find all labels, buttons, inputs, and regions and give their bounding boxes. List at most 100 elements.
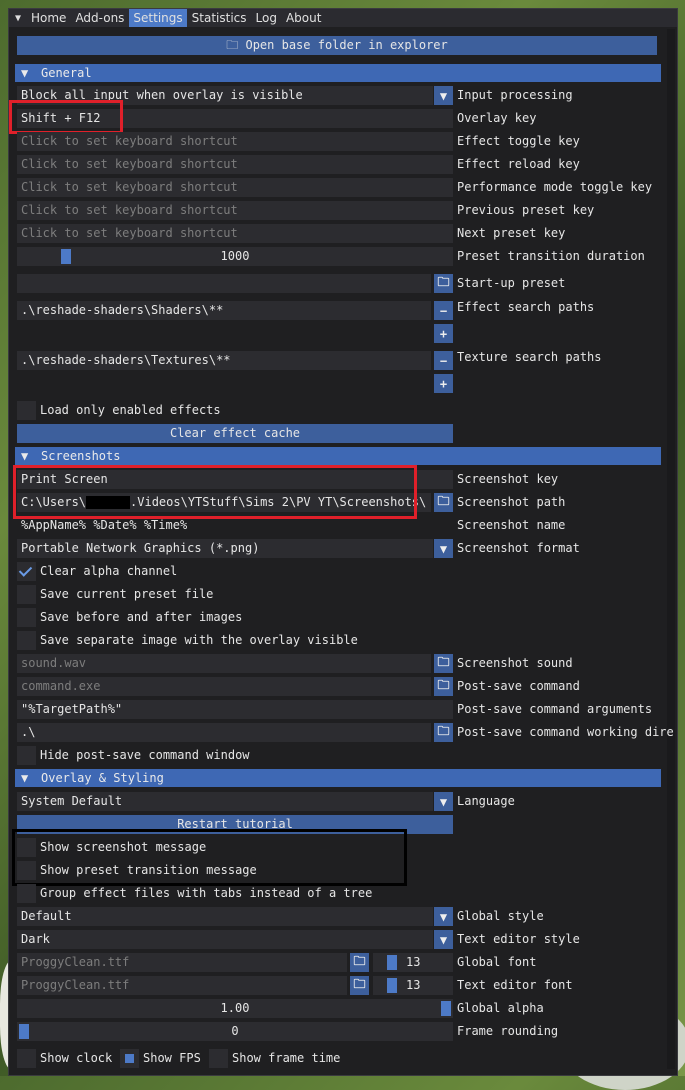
chevron-down-icon: ▼	[439, 909, 448, 924]
language-label: Language	[457, 794, 515, 808]
global-alpha-slider[interactable]: 1.00	[17, 999, 453, 1018]
screenshot-sound-field[interactable]: sound.wav	[17, 654, 431, 673]
editor-font-size-slider[interactable]: 13	[373, 976, 453, 995]
section-title-general: General	[41, 66, 92, 80]
texture-search-paths-label: Texture search paths	[457, 350, 602, 364]
editor-style-dropdown[interactable]: ▼	[434, 930, 453, 949]
editor-font-field[interactable]: ProggyClean.ttf	[17, 976, 347, 995]
remove-texture-path-button[interactable]: −	[434, 351, 453, 370]
input-processing-label: Input processing	[457, 88, 573, 102]
previous-preset-key-label: Previous preset key	[457, 203, 595, 217]
post-save-dir-field[interactable]: .\	[17, 723, 431, 742]
screenshot-name-field[interactable]: %AppName% %Date% %Time%	[17, 516, 453, 535]
editor-font-size-value: 13	[406, 978, 421, 992]
texture-search-path-value: .\reshade-shaders\Textures\**	[21, 353, 231, 367]
load-only-enabled-checkbox[interactable]	[17, 401, 36, 420]
editor-font-browse-button[interactable]: 🗀	[350, 976, 369, 995]
screenshot-format-label: Screenshot format	[457, 541, 580, 555]
global-style-label: Global style	[457, 909, 544, 923]
shortcut-placeholder: Click to set keyboard shortcut	[21, 157, 238, 171]
save-before-after-checkbox[interactable]	[17, 608, 36, 627]
global-font-size-slider[interactable]: 13	[373, 953, 453, 972]
tab-settings[interactable]: Settings	[129, 9, 187, 27]
open-base-folder-button[interactable]: 🗀 Open base folder in explorer	[17, 36, 657, 55]
input-processing-dropdown[interactable]: ▼	[434, 86, 453, 105]
editor-font-value: ProggyClean.ttf	[21, 978, 130, 992]
post-save-command-field[interactable]: command.exe	[17, 677, 431, 696]
previous-preset-key-field[interactable]: Click to set keyboard shortcut	[17, 201, 453, 220]
section-header-overlay-styling[interactable]: ▼ Overlay & Styling	[15, 769, 661, 787]
folder-icon: 🗀	[437, 275, 450, 289]
show-clock-checkbox[interactable]	[17, 1049, 36, 1068]
screenshot-name-label: Screenshot name	[457, 518, 566, 532]
menu-bar: ▼ Home Add-ons Settings Statistics Log A…	[9, 9, 677, 27]
post-save-dir-browse-button[interactable]: 🗀	[434, 723, 453, 742]
slider-grab[interactable]	[19, 1024, 29, 1039]
transition-duration-slider[interactable]: 1000	[17, 247, 453, 266]
section-header-general[interactable]: ▼ General	[15, 64, 661, 82]
effect-search-path-value: .\reshade-shaders\Shaders\**	[21, 303, 224, 317]
highlight-messages	[12, 829, 407, 886]
editor-style-select[interactable]: Dark	[17, 930, 433, 949]
save-preset-label: Save current preset file	[40, 587, 214, 601]
language-value: System Default	[21, 794, 123, 808]
effect-search-path-field[interactable]: .\reshade-shaders\Shaders\**	[17, 301, 431, 320]
folder-icon: 🗀	[353, 977, 366, 991]
performance-mode-key-field[interactable]: Click to set keyboard shortcut	[17, 178, 453, 197]
slider-grab[interactable]	[61, 249, 71, 264]
language-dropdown[interactable]: ▼	[434, 792, 453, 811]
frame-rounding-label: Frame rounding	[457, 1024, 559, 1038]
reshade-overlay-window: ▼ Home Add-ons Settings Statistics Log A…	[8, 8, 678, 1076]
add-effect-path-button[interactable]: +	[434, 324, 453, 343]
transition-duration-label: Preset transition duration	[457, 249, 645, 263]
startup-preset-browse-button[interactable]: 🗀	[434, 274, 453, 293]
group-tabs-checkbox[interactable]	[17, 884, 36, 903]
texture-search-path-field[interactable]: .\reshade-shaders\Textures\**	[17, 351, 431, 370]
screenshot-sound-browse-button[interactable]: 🗀	[434, 654, 453, 673]
hide-post-save-window-checkbox[interactable]	[17, 746, 36, 765]
screenshot-sound-label: Screenshot sound	[457, 656, 573, 670]
screenshot-format-value: Portable Network Graphics (*.png)	[21, 541, 260, 555]
save-separate-checkbox[interactable]	[17, 631, 36, 650]
screenshot-format-dropdown[interactable]: ▼	[434, 539, 453, 558]
save-preset-checkbox[interactable]	[17, 585, 36, 604]
clear-alpha-checkbox[interactable]	[17, 562, 36, 581]
post-save-args-field[interactable]: "%TargetPath%"	[17, 700, 453, 719]
show-frame-time-checkbox[interactable]	[209, 1049, 228, 1068]
screenshot-name-value: %AppName% %Date% %Time%	[21, 518, 188, 532]
effect-toggle-key-field[interactable]: Click to set keyboard shortcut	[17, 132, 453, 151]
tab-add-ons[interactable]: Add-ons	[71, 9, 128, 27]
clear-effect-cache-button[interactable]: Clear effect cache	[17, 424, 453, 443]
tab-home[interactable]: Home	[27, 9, 70, 27]
add-texture-path-button[interactable]: +	[434, 374, 453, 393]
tab-log[interactable]: Log	[252, 9, 281, 27]
frame-rounding-slider[interactable]: 0	[17, 1022, 453, 1041]
post-save-command-label: Post-save command	[457, 679, 580, 693]
remove-effect-path-button[interactable]: −	[434, 301, 453, 320]
language-select[interactable]: System Default	[17, 792, 433, 811]
section-header-screenshots[interactable]: ▼ Screenshots	[15, 447, 661, 465]
tab-about[interactable]: About	[282, 9, 325, 27]
global-font-field[interactable]: ProggyClean.ttf	[17, 953, 347, 972]
effect-reload-key-field[interactable]: Click to set keyboard shortcut	[17, 155, 453, 174]
next-preset-key-field[interactable]: Click to set keyboard shortcut	[17, 224, 453, 243]
slider-grab[interactable]	[387, 955, 397, 970]
group-tabs-label: Group effect files with tabs instead of …	[40, 886, 373, 900]
collapse-icon[interactable]: ▼	[9, 9, 27, 27]
minus-icon: −	[439, 353, 448, 368]
screenshot-format-select[interactable]: Portable Network Graphics (*.png)	[17, 539, 433, 558]
slider-grab[interactable]	[441, 1001, 451, 1016]
slider-grab[interactable]	[387, 978, 397, 993]
scrollbar[interactable]	[667, 29, 675, 1069]
tab-statistics[interactable]: Statistics	[188, 9, 251, 27]
chevron-down-icon: ▼	[439, 88, 448, 103]
folder-icon: 🗀	[437, 724, 450, 738]
show-fps-checkbox[interactable]	[120, 1049, 139, 1068]
global-style-dropdown[interactable]: ▼	[434, 907, 453, 926]
screenshot-path-browse-button[interactable]: 🗀	[434, 493, 453, 512]
global-font-browse-button[interactable]: 🗀	[350, 953, 369, 972]
global-style-select[interactable]: Default	[17, 907, 433, 926]
post-save-command-browse-button[interactable]: 🗀	[434, 677, 453, 696]
startup-preset-field[interactable]	[17, 274, 431, 293]
editor-style-value: Dark	[21, 932, 50, 946]
